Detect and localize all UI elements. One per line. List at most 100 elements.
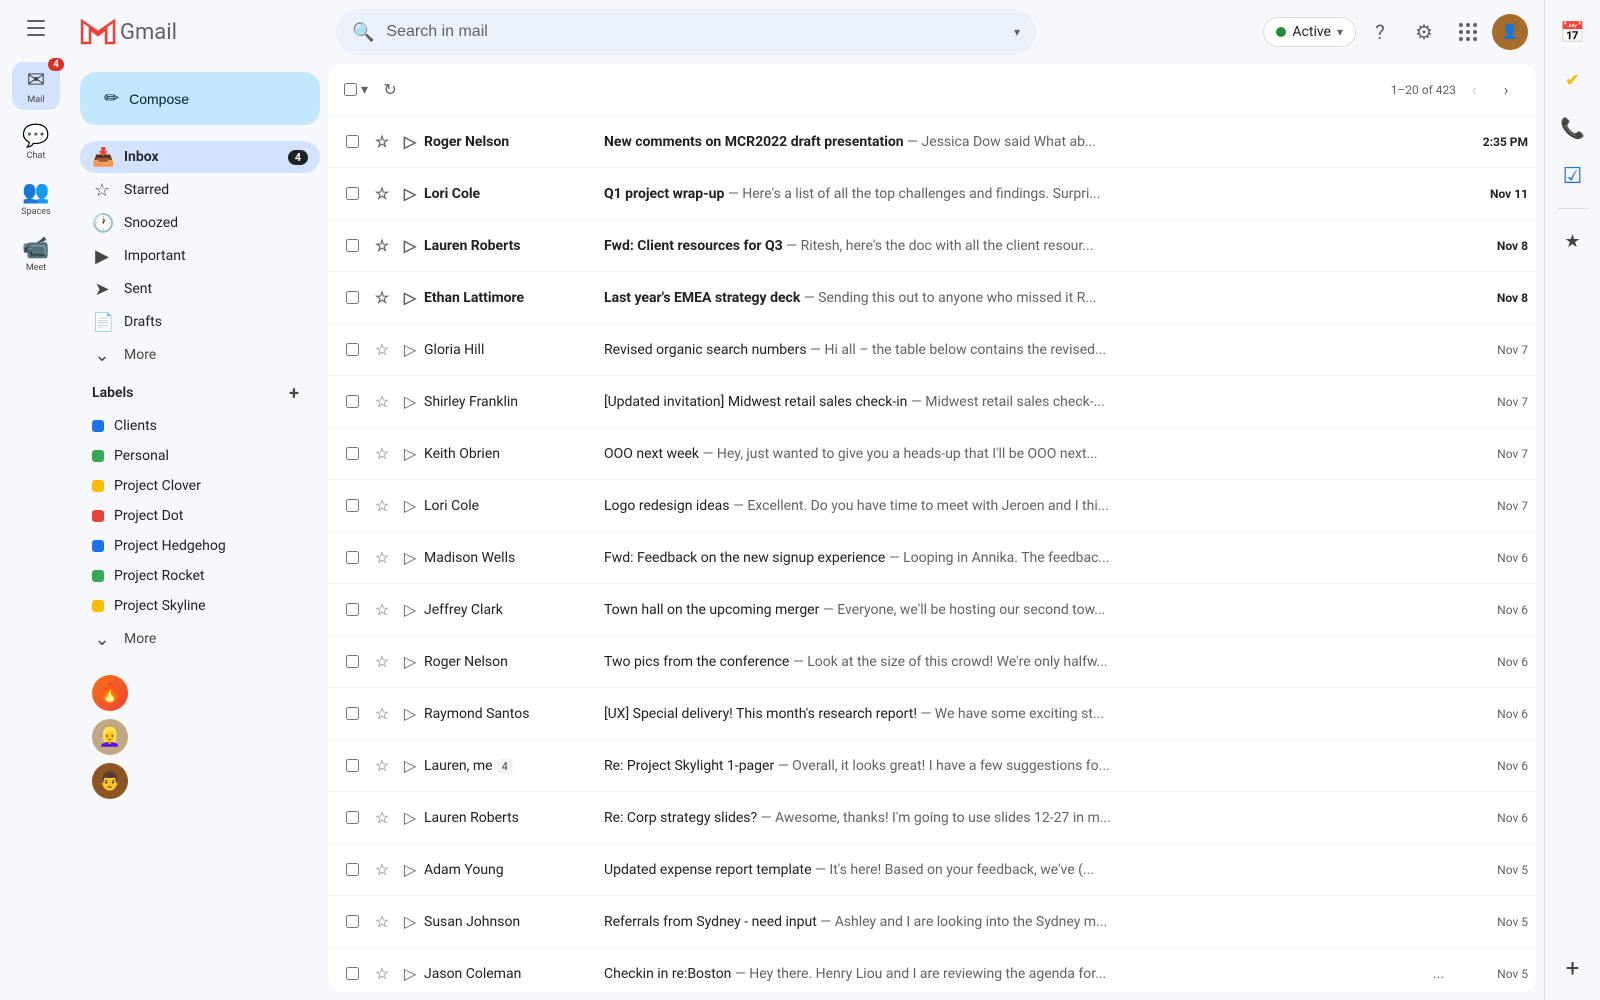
email-checkbox[interactable] <box>346 135 359 148</box>
email-star-button[interactable]: ☆ <box>368 184 396 203</box>
email-important-button[interactable]: ▷ <box>396 340 424 359</box>
add-label-button[interactable]: + <box>280 379 308 407</box>
email-checkbox[interactable] <box>346 239 359 252</box>
email-important-button[interactable]: ▷ <box>396 236 424 255</box>
email-star-button[interactable]: ☆ <box>368 132 396 151</box>
email-checkbox[interactable] <box>346 551 359 564</box>
email-checkbox-area[interactable] <box>336 291 368 304</box>
email-star-button[interactable]: ☆ <box>368 548 396 567</box>
hamburger-menu[interactable] <box>16 8 56 48</box>
email-important-button[interactable]: ▷ <box>396 860 424 879</box>
email-star-button[interactable]: ☆ <box>368 704 396 723</box>
label-item-project-rocket[interactable]: Project Rocket <box>80 561 320 591</box>
email-checkbox-area[interactable] <box>336 343 368 356</box>
email-checkbox[interactable] <box>346 187 359 200</box>
sidebar-item-spaces[interactable]: 👥 Spaces <box>12 174 60 222</box>
email-important-button[interactable]: ▷ <box>396 548 424 567</box>
email-checkbox[interactable] <box>346 915 359 928</box>
email-row[interactable]: ☆ ▷ Gloria Hill Revised organic search n… <box>328 324 1536 376</box>
nav-item-starred[interactable]: ☆ Starred <box>80 174 320 206</box>
email-checkbox[interactable] <box>346 967 359 980</box>
search-input[interactable] <box>386 23 1002 41</box>
email-star-button[interactable]: ☆ <box>368 652 396 671</box>
sidebar-avatar-1[interactable]: 🔥 <box>92 675 128 711</box>
email-checkbox[interactable] <box>346 603 359 616</box>
email-checkbox-area[interactable] <box>336 187 368 200</box>
email-checkbox-area[interactable] <box>336 499 368 512</box>
calendar-button[interactable]: 📅 <box>1553 12 1593 52</box>
email-row[interactable]: ☆ ▷ Lauren Roberts Re: Corp strategy sli… <box>328 792 1536 844</box>
email-important-button[interactable]: ▷ <box>396 288 424 307</box>
email-important-button[interactable]: ▷ <box>396 808 424 827</box>
email-important-button[interactable]: ▷ <box>396 184 424 203</box>
email-row[interactable]: ☆ ▷ Shirley Franklin [Updated invitation… <box>328 376 1536 428</box>
email-row[interactable]: ☆ ▷ Ethan Lattimore Last year's EMEA str… <box>328 272 1536 324</box>
nav-item-more-labels[interactable]: ⌄ More <box>80 623 320 655</box>
email-checkbox-area[interactable] <box>336 759 368 772</box>
sidebar-item-meet[interactable]: 📹 Meet <box>12 230 60 278</box>
email-row[interactable]: ☆ ▷ Madison Wells Fwd: Feedback on the n… <box>328 532 1536 584</box>
tasks-button[interactable]: ✔ <box>1553 60 1593 100</box>
email-row[interactable]: ☆ ▷ Roger Nelson New comments on MCR2022… <box>328 116 1536 168</box>
email-row[interactable]: ☆ ▷ Lauren Roberts Fwd: Client resources… <box>328 220 1536 272</box>
select-all-checkbox-area[interactable]: ▾ <box>344 77 370 102</box>
email-star-button[interactable]: ☆ <box>368 756 396 775</box>
email-checkbox-area[interactable] <box>336 863 368 876</box>
email-row[interactable]: ☆ ▷ Jason Coleman Checkin in re:Boston —… <box>328 948 1536 992</box>
select-dropdown-button[interactable]: ▾ <box>359 77 370 102</box>
email-row[interactable]: ☆ ▷ Keith Obrien OOO next week — Hey, ju… <box>328 428 1536 480</box>
email-star-button[interactable]: ☆ <box>368 808 396 827</box>
email-checkbox-area[interactable] <box>336 135 368 148</box>
email-important-button[interactable]: ▷ <box>396 392 424 411</box>
compose-button[interactable]: ✏ Compose <box>80 72 320 125</box>
nav-item-sent[interactable]: ➤ Sent <box>80 273 320 305</box>
email-row[interactable]: ☆ ▷ Susan Johnson Referrals from Sydney … <box>328 896 1536 948</box>
nav-item-snoozed[interactable]: 🕐 Snoozed <box>80 207 320 239</box>
email-checkbox[interactable] <box>346 655 359 668</box>
email-important-button[interactable]: ▷ <box>396 756 424 775</box>
email-important-button[interactable]: ▷ <box>396 444 424 463</box>
email-row[interactable]: ☆ ▷ Raymond Santos [UX] Special delivery… <box>328 688 1536 740</box>
label-item-personal[interactable]: Personal <box>80 441 320 471</box>
refresh-button[interactable]: ↻ <box>374 74 406 106</box>
email-checkbox[interactable] <box>346 707 359 720</box>
email-row[interactable]: ☆ ▷ Roger Nelson Two pics from the confe… <box>328 636 1536 688</box>
email-row[interactable]: ☆ ▷ Lori Cole Logo redesign ideas — Exce… <box>328 480 1536 532</box>
email-checkbox-area[interactable] <box>336 655 368 668</box>
email-star-button[interactable]: ☆ <box>368 392 396 411</box>
email-checkbox[interactable] <box>346 499 359 512</box>
email-checkbox[interactable] <box>346 343 359 356</box>
email-important-button[interactable]: ▷ <box>396 964 424 983</box>
email-checkbox[interactable] <box>346 291 359 304</box>
email-star-button[interactable]: ☆ <box>368 236 396 255</box>
email-checkbox-area[interactable] <box>336 707 368 720</box>
email-checkbox[interactable] <box>346 447 359 460</box>
email-important-button[interactable]: ▷ <box>396 600 424 619</box>
prev-page-button[interactable]: ‹ <box>1460 76 1488 104</box>
email-important-button[interactable]: ▷ <box>396 132 424 151</box>
email-checkbox-area[interactable] <box>336 239 368 252</box>
email-star-button[interactable]: ☆ <box>368 912 396 931</box>
email-checkbox-area[interactable] <box>336 967 368 980</box>
email-row[interactable]: ☆ ▷ Lauren, me4 Re: Project Skylight 1-p… <box>328 740 1536 792</box>
nav-item-important[interactable]: ▶ Important <box>80 240 320 272</box>
email-row[interactable]: ☆ ▷ Adam Young Updated expense report te… <box>328 844 1536 896</box>
search-dropdown-arrow[interactable]: ▾ <box>1014 25 1020 39</box>
email-checkbox[interactable] <box>346 811 359 824</box>
nav-item-inbox[interactable]: 📥 Inbox 4 <box>80 141 320 173</box>
email-checkbox[interactable] <box>346 395 359 408</box>
email-row[interactable]: ☆ ▷ Jeffrey Clark Town hall on the upcom… <box>328 584 1536 636</box>
active-status-button[interactable]: Active ▾ <box>1263 17 1356 47</box>
sidebar-avatar-2[interactable]: 👱‍♀️ <box>92 719 128 755</box>
email-checkbox[interactable] <box>346 759 359 772</box>
email-star-button[interactable]: ☆ <box>368 860 396 879</box>
add-plugin-button[interactable]: + <box>1553 948 1593 988</box>
label-item-project-skyline[interactable]: Project Skyline <box>80 591 320 621</box>
email-star-button[interactable]: ☆ <box>368 288 396 307</box>
email-important-button[interactable]: ▷ <box>396 496 424 515</box>
contacts-button[interactable]: 📞 <box>1553 108 1593 148</box>
email-star-button[interactable]: ☆ <box>368 444 396 463</box>
label-item-clients[interactable]: Clients <box>80 411 320 441</box>
star-plugin-button[interactable]: ★ <box>1553 221 1593 261</box>
sidebar-item-chat[interactable]: 💬 Chat <box>12 118 60 166</box>
